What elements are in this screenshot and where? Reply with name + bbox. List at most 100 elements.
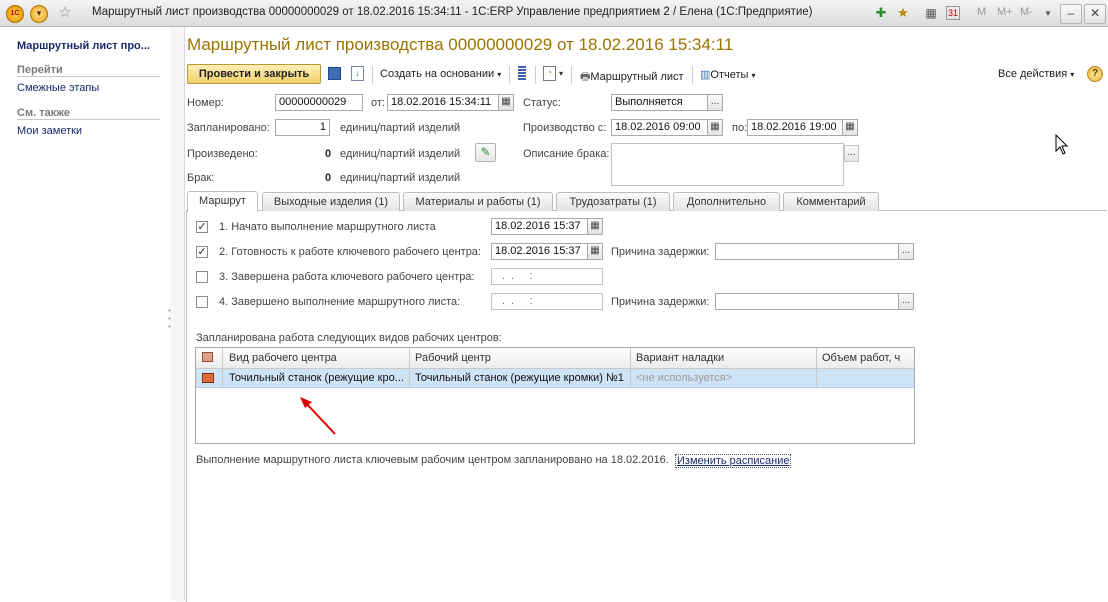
table-cell-setup-variant[interactable]: <не используется>	[636, 372, 816, 384]
main-menu-icon[interactable]: ▾	[30, 5, 48, 23]
column-divider	[222, 348, 223, 387]
tab-additional[interactable]: Дополнительно	[673, 192, 780, 211]
chevron-down-icon: ▾	[751, 71, 756, 80]
memory-m-button[interactable]: M	[977, 6, 986, 18]
close-button[interactable]: ✕	[1084, 4, 1106, 24]
row-picture-icon	[202, 352, 213, 362]
add-favorite-icon[interactable]: ✚	[873, 5, 889, 21]
tab-comment[interactable]: Комментарий	[783, 192, 879, 211]
column-header-work-center-type[interactable]: Вид рабочего центра	[229, 352, 337, 364]
step-3-label: 3. Завершена работа ключевого рабочего ц…	[219, 271, 475, 283]
tab-materials-works[interactable]: Материалы и работы (1)	[403, 192, 553, 211]
production-to-label: по:	[732, 122, 748, 134]
planned-quantity-field[interactable]: 1	[275, 119, 330, 136]
table-cell-work-center-type[interactable]: Точильный станок (режущие кро...	[229, 372, 407, 384]
chevron-down-icon: ▾	[1070, 70, 1075, 79]
ellipsis-icon[interactable]: ...	[708, 94, 723, 111]
calendar-icon[interactable]: 31	[946, 6, 960, 20]
status-field[interactable]: Выполняется	[611, 94, 708, 111]
create-based-on-menu[interactable]: Создать на основании ▾	[380, 68, 501, 80]
post-icon[interactable]: ↓	[351, 66, 364, 81]
column-header-work-volume[interactable]: Объем работ, ч	[822, 352, 900, 364]
minimize-button[interactable]: –	[1060, 4, 1082, 24]
produced-unit-label: единиц/партий изделий	[340, 148, 461, 160]
step-3-date-field[interactable]: . . :	[491, 268, 603, 285]
step-2-date-field[interactable]: 18.02.2016 15:37	[491, 243, 588, 260]
planned-unit-label: единиц/партий изделий	[340, 122, 461, 134]
help-icon[interactable]: ?	[1087, 66, 1103, 82]
all-actions-menu[interactable]: Все действия ▾	[998, 68, 1074, 80]
splitter-grip-icon: • • •	[168, 306, 171, 331]
reports-label: Отчеты	[710, 69, 749, 81]
column-header-setup-variant[interactable]: Вариант наладки	[636, 352, 724, 364]
step-4-checkbox[interactable]	[196, 296, 208, 308]
print-route-sheet-button[interactable]: 🖶Маршрутный лист	[580, 68, 684, 87]
reports-icon: ▥	[700, 69, 711, 81]
mouse-cursor-icon	[1055, 134, 1069, 155]
step-3-checkbox[interactable]	[196, 271, 208, 283]
calendar-icon[interactable]: ▦	[499, 94, 514, 111]
ellipsis-icon[interactable]: ...	[899, 293, 914, 310]
nav-see-also-header: См. также	[17, 107, 70, 119]
status-label: Статус:	[523, 97, 561, 109]
step-1-date-field[interactable]: 18.02.2016 15:37	[491, 218, 588, 235]
produced-label: Произведено:	[187, 148, 258, 160]
production-to-field[interactable]: 18.02.2016 19:00	[747, 119, 843, 136]
ellipsis-icon[interactable]: ...	[844, 145, 859, 162]
nav-item-my-notes[interactable]: Мои заметки	[17, 125, 82, 137]
create-based-on-label: Создать на основании	[380, 68, 495, 80]
step-4-date-field[interactable]: . . :	[491, 293, 603, 310]
tab-output-products[interactable]: Выходные изделия (1)	[262, 192, 400, 211]
memory-mminus-button[interactable]: M-	[1020, 6, 1033, 18]
defect-unit-label: единиц/партий изделий	[340, 172, 461, 184]
calendar-icon[interactable]: ▦	[708, 119, 723, 136]
step-4-label: 4. Завершено выполнение маршрутного лист…	[219, 296, 461, 308]
production-from-field[interactable]: 18.02.2016 09:00	[611, 119, 708, 136]
red-arrow-annotation	[300, 397, 336, 435]
nav-goto-divider	[17, 76, 160, 77]
more-menu-icon[interactable]: ▾	[1040, 5, 1056, 21]
step-2-label: 2. Готовность к работе ключевого рабочег…	[219, 246, 481, 258]
delay-reason-field-1[interactable]	[715, 243, 899, 260]
calendar-icon[interactable]: ▦	[843, 119, 858, 136]
column-divider	[816, 348, 817, 387]
panel-splitter[interactable]: • • •	[168, 27, 185, 601]
save-icon[interactable]	[328, 67, 341, 80]
chevron-down-icon: ▾	[497, 70, 502, 79]
date-field[interactable]: 18.02.2016 15:34:11	[387, 94, 499, 111]
nav-item-related-stages[interactable]: Смежные этапы	[17, 82, 99, 94]
row-picture-icon	[202, 373, 214, 383]
toolbar-separator	[571, 66, 572, 84]
column-header-work-center[interactable]: Рабочий центр	[415, 352, 491, 364]
production-from-label: Производство с:	[523, 122, 607, 134]
favorite-star-icon[interactable]: ☆	[57, 5, 73, 21]
planned-work-label: Запланирована работа следующих видов раб…	[196, 332, 502, 344]
tab-route[interactable]: Маршрут	[187, 191, 258, 212]
step-2-checkbox[interactable]: ✓	[196, 246, 208, 258]
delay-reason-field-2[interactable]	[715, 293, 899, 310]
document-structure-icon[interactable]	[518, 66, 526, 81]
change-schedule-link[interactable]: Изменить расписание	[675, 454, 792, 468]
tab-labor-costs[interactable]: Трудозатраты (1)	[556, 192, 670, 211]
calculator-icon[interactable]: ▦	[923, 5, 939, 21]
edit-pencil-icon[interactable]: ✎	[475, 143, 496, 162]
table-cell-work-center[interactable]: Точильный станок (режущие кромки) №1	[415, 372, 629, 384]
defect-description-field[interactable]	[611, 143, 844, 186]
app-logo-icon[interactable]: 1С	[6, 5, 24, 23]
calendar-icon[interactable]: ▦	[588, 243, 603, 260]
number-field[interactable]: 00000000029	[275, 94, 363, 111]
ellipsis-icon[interactable]: ...	[899, 243, 914, 260]
column-divider	[409, 348, 410, 387]
post-and-close-button[interactable]: Провести и закрыть	[187, 64, 321, 84]
chevron-down-icon[interactable]: ▾	[559, 69, 563, 78]
nav-document-title[interactable]: Маршрутный лист про...	[17, 40, 150, 52]
step-1-checkbox[interactable]: ✓	[196, 221, 208, 233]
planned-label: Запланировано:	[187, 122, 270, 134]
from-label: от:	[371, 97, 385, 109]
memory-mplus-button[interactable]: M+	[997, 6, 1013, 18]
print-preview-icon[interactable]: ◔	[543, 66, 556, 81]
favorites-icon[interactable]: ★	[895, 5, 911, 21]
number-label: Номер:	[187, 97, 224, 109]
reports-menu[interactable]: ▥Отчеты ▾	[700, 68, 756, 81]
calendar-icon[interactable]: ▦	[588, 218, 603, 235]
